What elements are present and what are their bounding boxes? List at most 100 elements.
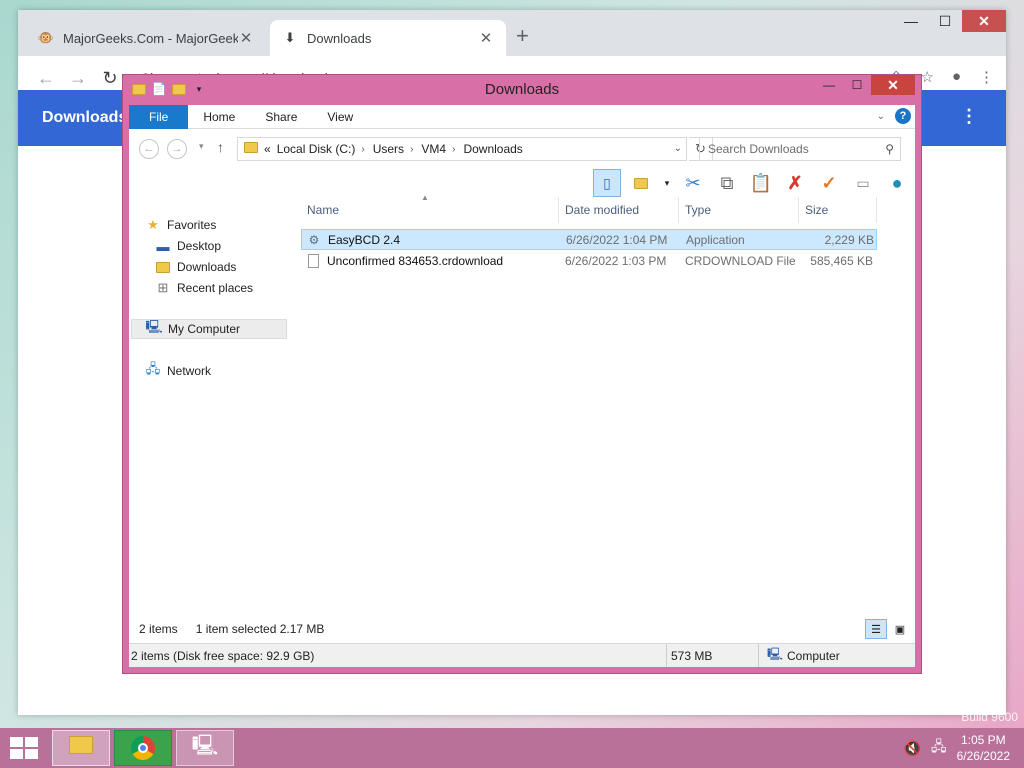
- taskbar-file-explorer[interactable]: [52, 730, 110, 766]
- more-actions-icon[interactable]: ⋮: [960, 106, 978, 127]
- network-status-icon[interactable]: 🖧: [931, 736, 947, 760]
- network-icon: 🖧: [145, 361, 161, 376]
- breadcrumb-downloads[interactable]: Downloads: [463, 142, 522, 156]
- minimize-icon[interactable]: —: [815, 75, 843, 95]
- clock-date: 6/26/2022: [956, 749, 1010, 763]
- command-toolbar: ▯ ▾ ✂ ⧉ 📋 ✗ ✓ ▭ ●: [593, 167, 911, 199]
- new-tab-icon[interactable]: +: [516, 25, 529, 47]
- tab-title: MajorGeeks.Com - MajorGeeks: [63, 30, 238, 46]
- open-folder-icon[interactable]: [627, 169, 655, 197]
- page-title: Downloads: [42, 109, 128, 126]
- help-icon[interactable]: ?: [895, 108, 911, 124]
- nav-label: My Computer: [168, 322, 241, 336]
- tab-downloads[interactable]: ⬇ Downloads ✕: [270, 20, 506, 56]
- profile-icon[interactable]: ●: [952, 68, 961, 86]
- breadcrumb-vm4[interactable]: VM4: [421, 142, 446, 156]
- back-icon[interactable]: ←: [30, 68, 62, 89]
- up-arrow-icon[interactable]: ↑: [217, 139, 224, 155]
- build-watermark: Build 9600: [961, 710, 1018, 724]
- explorer-window-controls: — ☐ ✕: [815, 75, 915, 95]
- column-headers: Name ▲ Date modified Type Size: [301, 193, 885, 223]
- clock[interactable]: 1:05 PM 6/26/2022: [957, 732, 1010, 764]
- downloads-folder-icon: [155, 259, 171, 275]
- forward-icon[interactable]: →: [167, 139, 187, 159]
- chevron-right-icon[interactable]: ›: [410, 144, 413, 155]
- chevron-down-icon[interactable]: ▾: [661, 169, 673, 197]
- copy-icon[interactable]: ⧉: [713, 169, 741, 197]
- nav-label: Favorites: [167, 218, 217, 232]
- sort-arrow-icon: ▲: [421, 193, 429, 202]
- breadcrumb-users[interactable]: Users: [373, 142, 404, 156]
- file-row-crdownload[interactable]: Unconfirmed 834653.crdownload 6/26/2022 …: [301, 250, 877, 271]
- file-type: Application: [686, 232, 745, 247]
- navigation-bar: ← → ▾ ↑ « Local Disk (C:) › Users › VM4 …: [129, 135, 915, 161]
- minimize-icon[interactable]: —: [894, 10, 928, 32]
- download-icon: ⬇: [284, 30, 296, 45]
- window-title: Downloads: [484, 81, 560, 98]
- details-view-icon[interactable]: ☰: [865, 619, 887, 639]
- taskbar-my-computer[interactable]: 🖳: [176, 730, 234, 766]
- breadcrumb-overflow[interactable]: «: [264, 142, 271, 156]
- file-date: 6/26/2022 1:04 PM: [566, 232, 668, 247]
- paste-icon[interactable]: 📋: [747, 169, 775, 197]
- delete-icon[interactable]: ✗: [781, 169, 809, 197]
- computer-icon: 🖳: [767, 647, 784, 661]
- forward-icon[interactable]: →: [62, 68, 94, 89]
- clock-time: 1:05 PM: [960, 733, 1006, 747]
- file-type: CRDOWNLOAD File: [685, 253, 796, 268]
- checkmark-icon[interactable]: ✓: [815, 169, 843, 197]
- star-icon: ★: [147, 217, 159, 232]
- search-input[interactable]: Search Downloads ⚲: [699, 137, 901, 161]
- close-icon[interactable]: ✕: [871, 75, 915, 95]
- menu-kebab-icon[interactable]: ⋮: [979, 68, 994, 86]
- ribbon-tabs: File Home Share View ⌄ ?: [129, 104, 915, 129]
- system-tray: 🔇 🖧 1:05 PM 6/26/2022: [904, 732, 1010, 764]
- navigation-pane: ★ Favorites ▬ Desktop Downloads ⊞ Recent…: [129, 203, 287, 617]
- volume-muted-icon[interactable]: 🔇: [904, 740, 921, 757]
- windows-start-icon[interactable]: [10, 737, 38, 759]
- tab-home[interactable]: Home: [188, 105, 250, 129]
- maximize-icon[interactable]: ☐: [843, 75, 871, 95]
- tab-view[interactable]: View: [312, 105, 368, 129]
- explorer-content: ← → ▾ ↑ « Local Disk (C:) › Users › VM4 …: [129, 129, 915, 667]
- file-row-easybcd[interactable]: ⚙ EasyBCD 2.4 6/26/2022 1:04 PM Applicat…: [301, 229, 877, 250]
- chevron-right-icon[interactable]: ›: [361, 144, 364, 155]
- taskbar: 🖳 🔇 🖧 1:05 PM 6/26/2022: [0, 728, 1024, 768]
- close-tab-icon[interactable]: ✕: [478, 29, 494, 47]
- bookmark-star-icon[interactable]: ☆: [920, 68, 933, 86]
- tab-majorgeeks[interactable]: 🐵 MajorGeeks.Com - MajorGeeks ✕: [26, 20, 266, 56]
- explorer-titlebar[interactable]: 📄 ▾ Downloads — ☐ ✕: [123, 75, 921, 105]
- address-box[interactable]: « Local Disk (C:) › Users › VM4 › Downlo…: [237, 137, 687, 161]
- expand-ribbon-icon[interactable]: ⌄: [877, 111, 885, 122]
- chevron-down-icon[interactable]: ⌄: [674, 143, 682, 154]
- column-size[interactable]: Size: [799, 197, 877, 223]
- cut-icon[interactable]: ✂: [679, 169, 707, 197]
- close-icon[interactable]: ✕: [962, 10, 1006, 32]
- nav-network[interactable]: 🖧 Network: [145, 361, 211, 381]
- column-name[interactable]: Name ▲: [301, 193, 559, 223]
- chevron-right-icon[interactable]: ›: [452, 144, 455, 155]
- nav-recent-places[interactable]: ⊞ Recent places: [155, 278, 254, 298]
- file-size: 2,229 KB: [824, 232, 874, 247]
- desktop-icon: ▬: [156, 238, 170, 254]
- recent-locations-icon[interactable]: ▾: [199, 141, 204, 152]
- breadcrumb-local-disk[interactable]: Local Disk (C:): [277, 142, 356, 156]
- back-icon[interactable]: ←: [139, 139, 159, 159]
- nav-desktop[interactable]: ▬ Desktop: [155, 236, 222, 256]
- nav-favorites[interactable]: ★ Favorites: [145, 215, 216, 235]
- close-tab-icon[interactable]: ✕: [238, 29, 254, 47]
- taskbar-chrome[interactable]: [114, 730, 172, 766]
- column-label: Name: [307, 203, 340, 217]
- preview-pane-icon[interactable]: ▯: [593, 169, 621, 197]
- nav-my-computer[interactable]: 🖳 My Computer: [131, 319, 287, 339]
- maximize-icon[interactable]: ☐: [928, 10, 962, 32]
- nav-downloads[interactable]: Downloads: [155, 257, 236, 277]
- tab-share[interactable]: Share: [250, 105, 312, 129]
- rename-icon[interactable]: ▭: [849, 169, 877, 197]
- nav-label: Downloads: [177, 260, 237, 274]
- column-date-modified[interactable]: Date modified: [559, 197, 679, 223]
- large-icons-view-icon[interactable]: ▣: [889, 619, 911, 639]
- column-type[interactable]: Type: [679, 197, 799, 223]
- globe-icon[interactable]: ●: [883, 169, 911, 197]
- tab-file[interactable]: File: [129, 104, 189, 129]
